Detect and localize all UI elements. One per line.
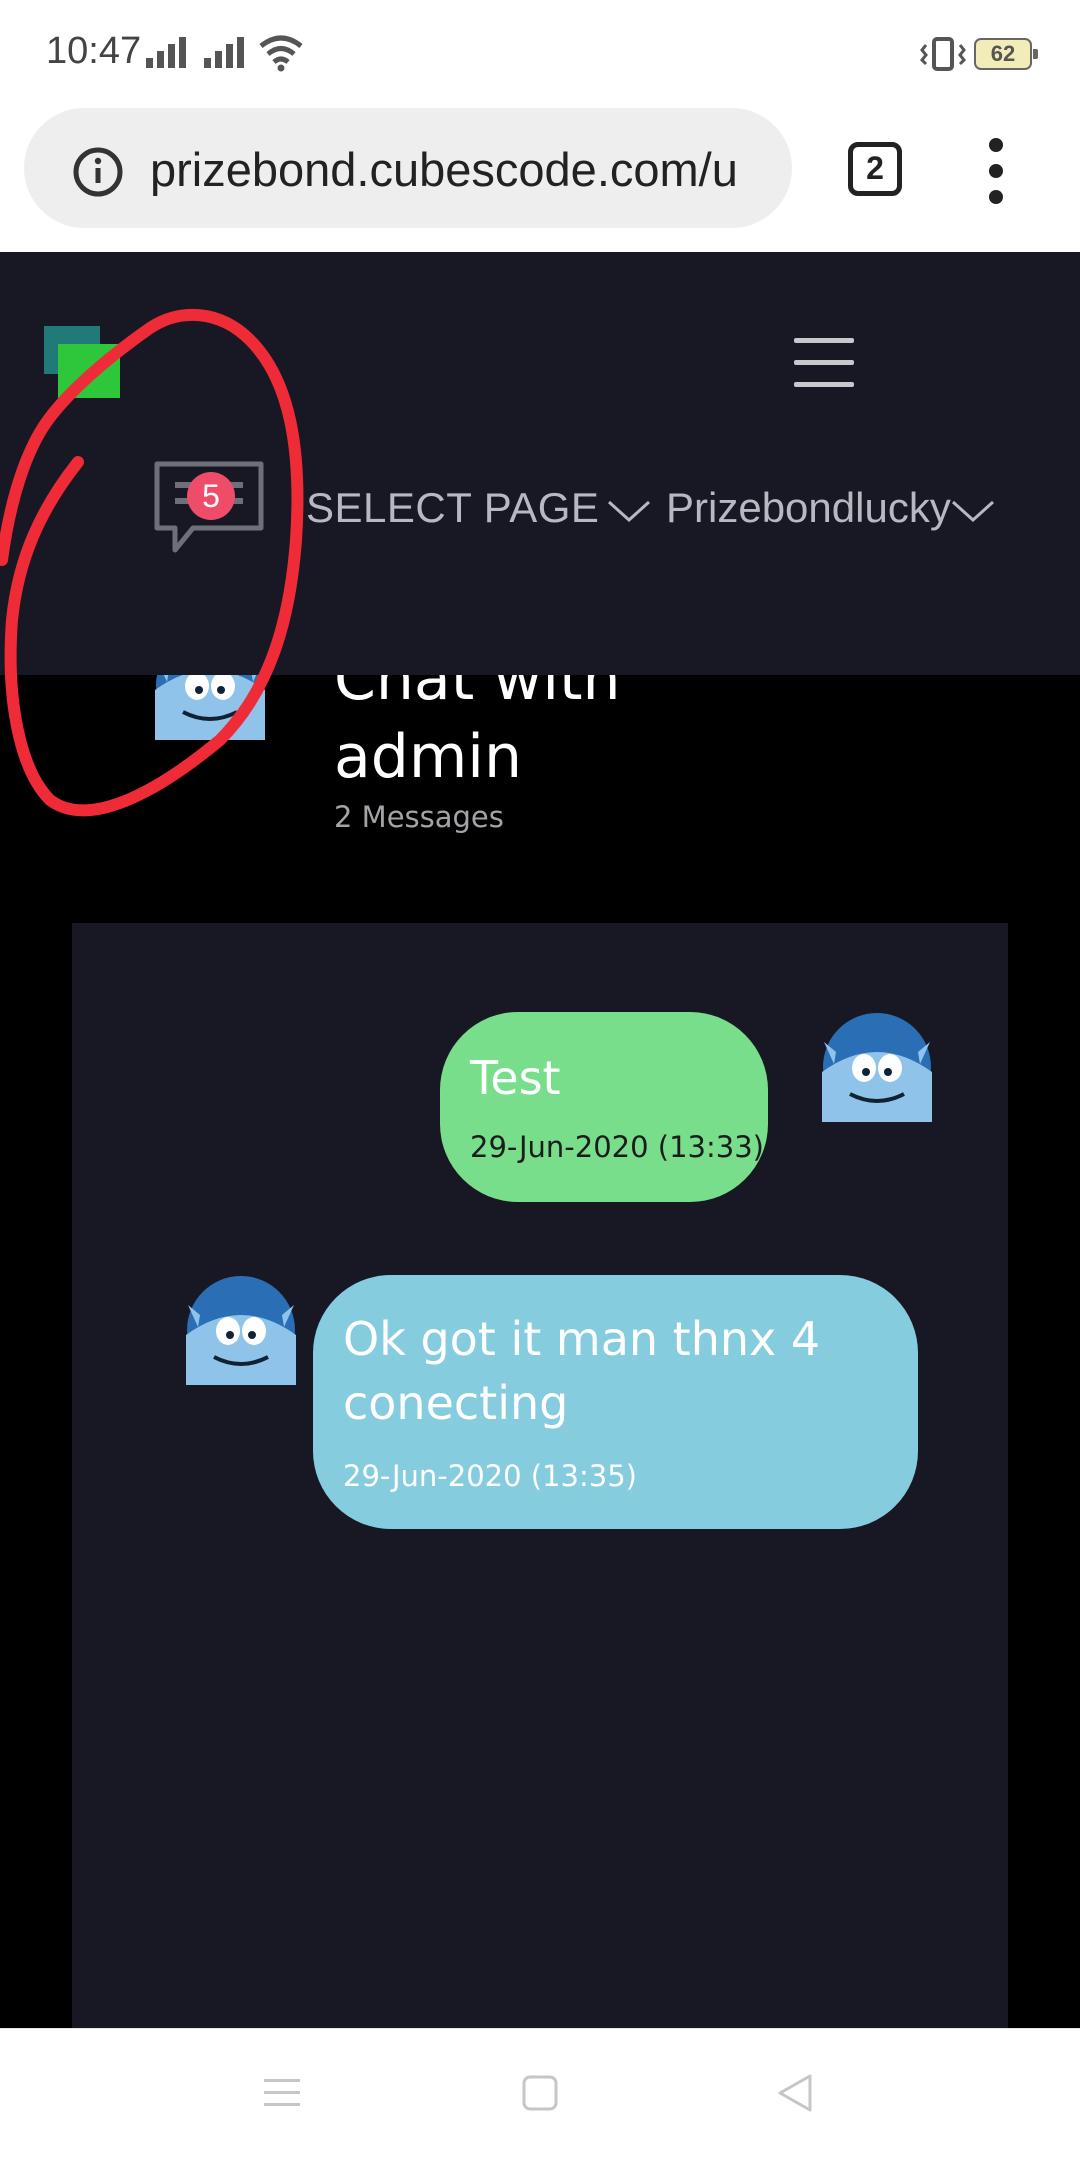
- status-time: 10:47: [46, 30, 142, 72]
- chevron-down-icon: [951, 500, 994, 522]
- site-logo[interactable]: [44, 326, 122, 398]
- menu-icon[interactable]: [794, 338, 854, 388]
- message-time: 29-Jun-2020 (13:33): [470, 1130, 764, 1164]
- select-page-label: SELECT PAGE: [306, 484, 600, 531]
- select-page-dropdown[interactable]: SELECT PAGE: [306, 484, 651, 532]
- user-name: Prizebondlucky: [666, 484, 951, 531]
- admin-avatar: [186, 1276, 296, 1385]
- battery-level: 62: [990, 41, 1016, 66]
- message-time: 29-Jun-2020 (13:35): [343, 1459, 637, 1493]
- chat-title-clip: Chat with admin: [0, 675, 1080, 825]
- message-bubble-received: Ok got it man thnx 4 conecting 29-Jun-20…: [313, 1275, 918, 1529]
- message-text: Ok got it man thnx 4 conecting: [343, 1312, 821, 1430]
- message-bubble-sent: Test 29-Jun-2020 (13:33): [440, 1012, 768, 1202]
- signal-icon: [146, 37, 186, 68]
- battery-icon: 62: [974, 38, 1038, 70]
- notification-badge: 5: [187, 472, 235, 520]
- url-text[interactable]: prizebond.cubescode.com/u: [150, 142, 786, 197]
- signal-icon: [204, 37, 244, 68]
- system-nav-bar: [0, 2028, 1080, 2160]
- vibrate-icon: [920, 37, 966, 71]
- message-count: 2 Messages: [334, 800, 504, 834]
- chat-icon[interactable]: 5: [153, 460, 265, 560]
- screen: 10:47 62 prizebond.cubescode.com/u 2 Cha…: [0, 0, 1080, 2160]
- back-icon[interactable]: [776, 2073, 812, 2113]
- site-header: 5 SELECT PAGE Prizebondlucky: [0, 252, 1080, 675]
- chevron-down-icon: [608, 500, 651, 522]
- address-bar[interactable]: prizebond.cubescode.com/u: [24, 108, 792, 228]
- chat-title: Chat with admin: [334, 675, 621, 792]
- user-dropdown[interactable]: Prizebondlucky: [666, 484, 995, 532]
- wifi-icon: [259, 35, 303, 72]
- info-icon[interactable]: [72, 146, 124, 198]
- more-vert-icon[interactable]: [978, 138, 1014, 204]
- home-icon[interactable]: [522, 2075, 558, 2111]
- status-bar: 10:47 62: [0, 0, 1080, 108]
- tabs-icon[interactable]: 2: [848, 142, 902, 196]
- message-text: Test: [470, 1051, 561, 1105]
- recents-icon[interactable]: [264, 2077, 300, 2109]
- user-avatar: [822, 1013, 932, 1122]
- browser-toolbar: prizebond.cubescode.com/u 2: [0, 108, 1080, 252]
